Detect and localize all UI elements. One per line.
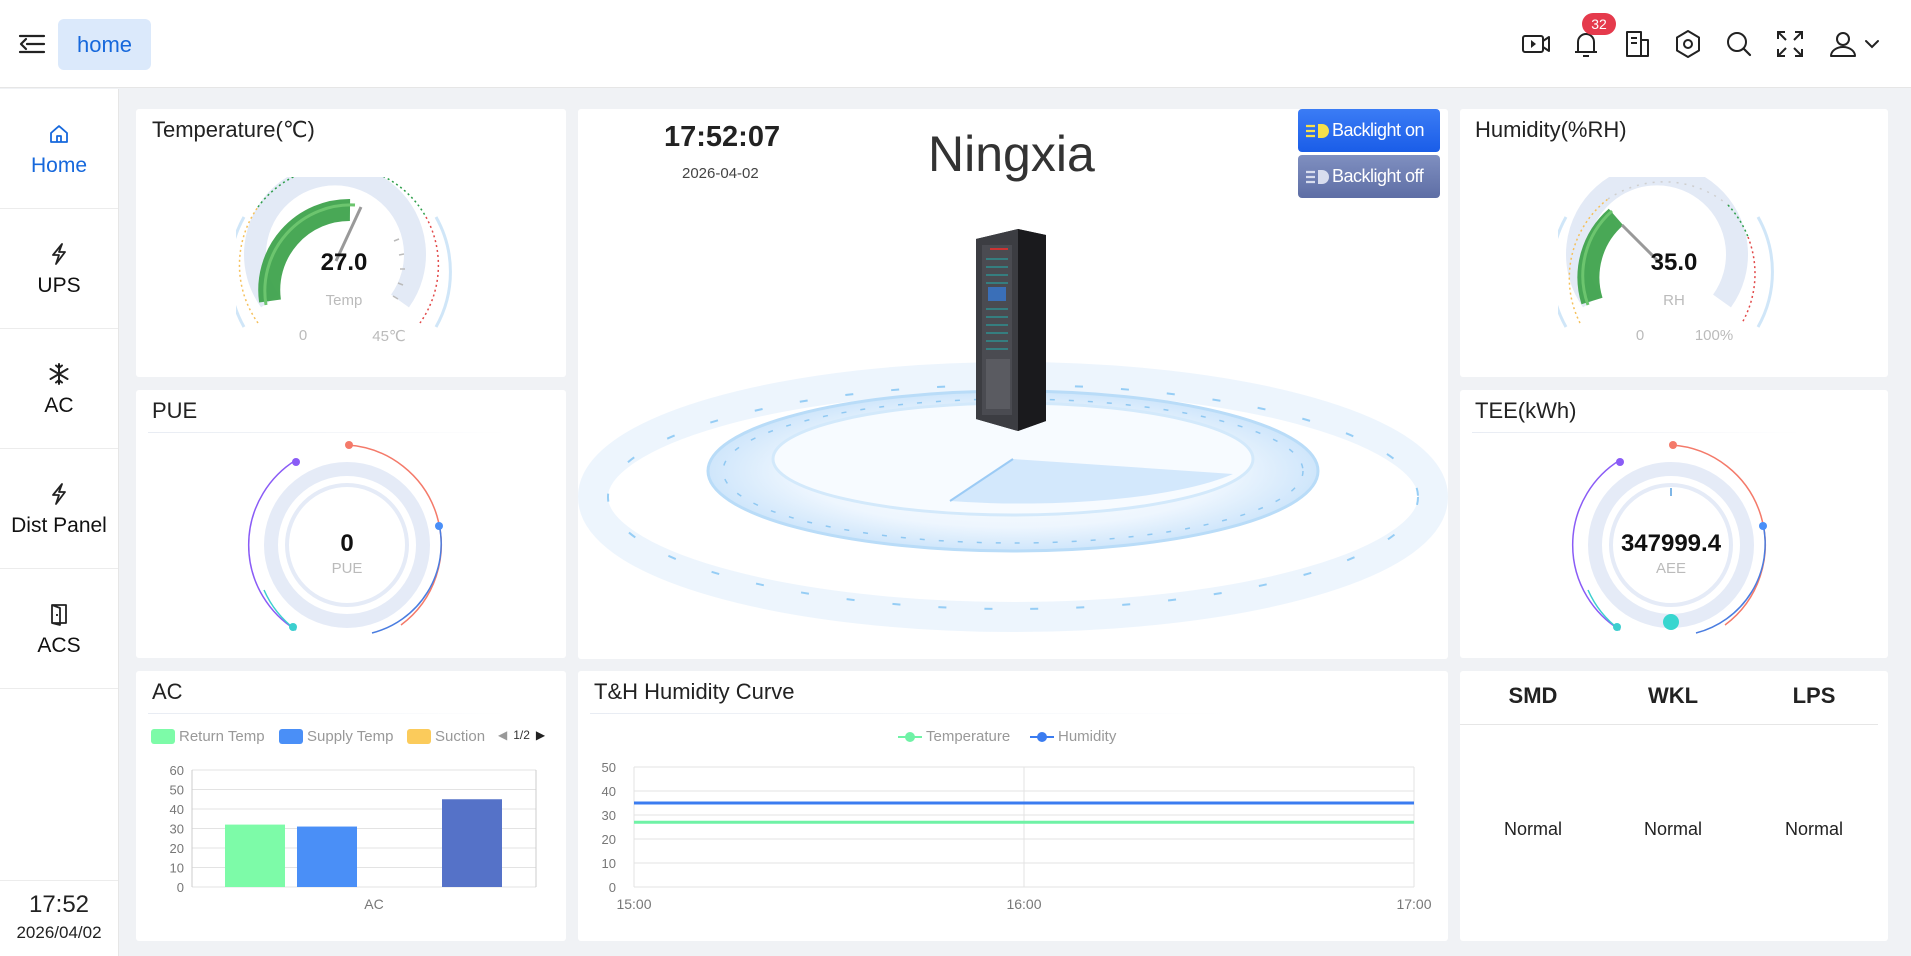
- panel-title: TEE(kWh): [1475, 398, 1577, 423]
- y-tick-label: 50: [170, 783, 184, 798]
- door-icon: [45, 600, 73, 628]
- th-line-chart: 50 40 30 20 10 015:00 16:00 17:00: [602, 760, 1432, 912]
- y-tick-label: 0: [609, 880, 616, 895]
- ac-chart-panel: AC Return Temp Supply Temp Suction ◀ 1/2…: [136, 671, 566, 941]
- status-value-lps: Normal: [1784, 819, 1843, 839]
- x-tick-label: 16:00: [1006, 896, 1041, 912]
- menu-fold-icon[interactable]: [18, 30, 46, 58]
- status-header-wkl: WKL: [1647, 683, 1699, 708]
- y-tick-label: 10: [170, 861, 184, 876]
- backlight-on-label: Backlight on: [1332, 120, 1425, 140]
- bar-supply-temp: [297, 826, 357, 887]
- site-name: Ningxia: [928, 126, 1095, 182]
- report-icon[interactable]: [1621, 28, 1653, 60]
- sidebar-item-label: AC: [44, 393, 74, 417]
- y-tick-label: 10: [602, 856, 616, 871]
- th-curve-panel: T&H Humidity Curve Temperature Humidity …: [578, 671, 1448, 941]
- title-divider: [148, 432, 508, 433]
- x-tick-label: 17:00: [1396, 896, 1431, 912]
- ac-bar-chart: 60 50 40 30 20 10 0 AC: [170, 763, 537, 912]
- current-date: 2026-04-02: [682, 165, 759, 182]
- y-tick-label: 50: [602, 760, 616, 775]
- top-bar: home 32: [0, 0, 1911, 88]
- x-axis-label: AC: [364, 896, 383, 912]
- pue-unit-label: PUE: [331, 560, 363, 577]
- humidity-unit-label: RH: [1663, 292, 1685, 309]
- user-icon[interactable]: [1827, 28, 1859, 60]
- y-tick-label: 40: [602, 784, 616, 799]
- sidebar-item-ac[interactable]: AC: [0, 329, 118, 449]
- panel-title: Humidity(%RH): [1475, 117, 1627, 142]
- sidebar-item-label: UPS: [37, 273, 81, 297]
- status-table-panel: SMD WKL LPS Normal Normal Normal: [1460, 671, 1888, 941]
- tee-unit-label: AEE: [1655, 560, 1686, 577]
- humidity-max: 100%: [1694, 327, 1734, 344]
- backlight-on-button[interactable]: Backlight on: [1298, 109, 1440, 152]
- backlight-icon: [1306, 123, 1329, 138]
- y-tick-label: 20: [602, 832, 616, 847]
- pue-value: 0: [340, 530, 354, 557]
- sidebar-clock: 17:52 2026/04/02: [0, 880, 118, 956]
- sidebar-item-label: Home: [30, 153, 88, 177]
- tee-panel: TEE(kWh) 347999.4 AEE: [1460, 390, 1888, 658]
- sidebar-item-dist-panel[interactable]: Dist Panel: [0, 449, 118, 569]
- title-divider: [1472, 432, 1802, 433]
- sidebar-item-label: ACS: [37, 633, 81, 657]
- panel-title: PUE: [152, 398, 198, 423]
- sidebar-item-ups[interactable]: UPS: [0, 209, 118, 329]
- temperature-max: 45℃: [372, 328, 406, 345]
- y-tick-label: 60: [170, 763, 184, 778]
- sidebar-item-label: Dist Panel: [11, 513, 107, 537]
- bar-return-temp: [225, 824, 285, 887]
- temperature-gauge: [236, 177, 452, 328]
- y-tick-label: 30: [170, 822, 184, 837]
- temperature-value: 27.0: [320, 249, 368, 276]
- y-tick-label: 0: [177, 880, 184, 895]
- y-tick-label: 30: [602, 808, 616, 823]
- sidebar-item-acs[interactable]: ACS: [0, 569, 118, 689]
- tab-home[interactable]: home: [58, 19, 151, 70]
- sidebar: Home UPS AC Dist Panel ACS 17:52 2026/04…: [0, 89, 119, 956]
- video-icon[interactable]: [1520, 28, 1552, 60]
- backlight-off-label: Backlight off: [1332, 166, 1424, 186]
- y-tick-label: 40: [170, 802, 184, 817]
- lightning-icon: [45, 480, 73, 508]
- humidity-panel: Humidity(%RH) 35.0 RH 0 100%: [1460, 109, 1888, 377]
- settings-icon[interactable]: [1672, 28, 1704, 60]
- status-header-smd: SMD: [1508, 683, 1558, 708]
- pue-panel: PUE 0 PUE: [136, 390, 566, 658]
- temperature-unit-label: Temp: [325, 292, 363, 309]
- current-time: 17:52:07: [664, 121, 781, 153]
- tee-value: 347999.4: [1620, 530, 1722, 557]
- lightning-icon: [45, 240, 73, 268]
- y-tick-label: 20: [170, 841, 184, 856]
- fullscreen-icon[interactable]: [1774, 28, 1806, 60]
- backlight-off-button[interactable]: Backlight off: [1298, 155, 1440, 198]
- panel-title: Temperature(℃): [152, 117, 315, 142]
- humidity-value: 35.0: [1650, 249, 1698, 276]
- home-icon: [45, 120, 73, 148]
- backlight-icon: [1306, 169, 1329, 184]
- humidity-gauge: [1558, 177, 1774, 328]
- status-value-smd: Normal: [1503, 819, 1562, 839]
- temperature-min: 0: [298, 327, 308, 344]
- status-header-lps: LPS: [1792, 683, 1836, 708]
- notification-badge: 32: [1582, 13, 1616, 35]
- chevron-down-icon[interactable]: [1862, 28, 1882, 60]
- sidebar-time: 17:52: [28, 891, 90, 918]
- humidity-min: 0: [1635, 327, 1645, 344]
- bar-series-3: [442, 799, 502, 887]
- site-overview-panel: 17:52:07 2026-04-02 Ningxia Backlight on…: [578, 109, 1448, 659]
- x-tick-label: 15:00: [616, 896, 651, 912]
- snowflake-icon: [45, 360, 73, 388]
- temperature-panel: Temperature(℃) 27.0 Temp 0 45℃: [136, 109, 566, 377]
- sidebar-date: 2026/04/02: [16, 923, 102, 942]
- status-value-wkl: Normal: [1643, 819, 1702, 839]
- search-icon[interactable]: [1723, 28, 1755, 60]
- sidebar-item-home[interactable]: Home: [0, 89, 118, 209]
- cabinet-platform-illustration: [578, 229, 1448, 632]
